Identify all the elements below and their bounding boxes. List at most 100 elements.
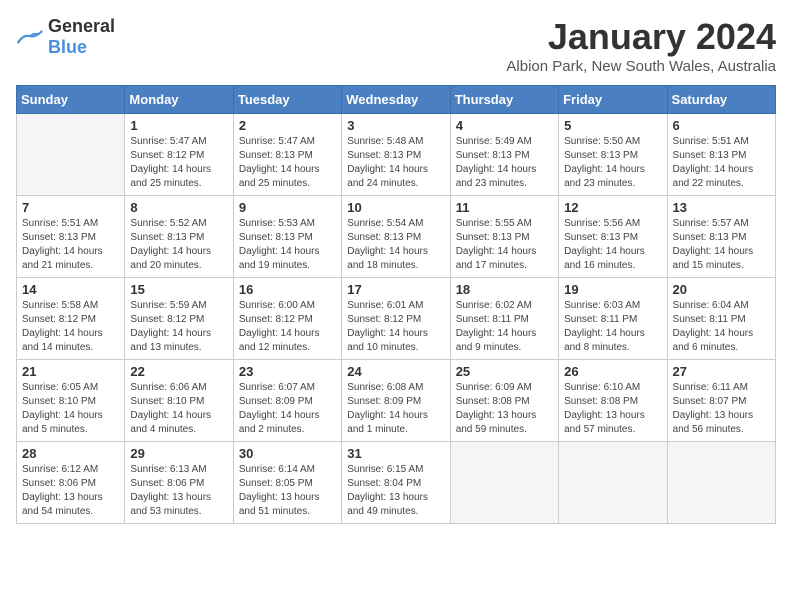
day-info: Sunrise: 5:55 AM Sunset: 8:13 PM Dayligh… xyxy=(456,217,553,273)
day-info: Sunrise: 6:10 AM Sunset: 8:08 PM Dayligh… xyxy=(564,381,661,437)
calendar-week-5: 28 Sunrise: 6:12 AM Sunset: 8:06 PM Dayli… xyxy=(17,442,776,524)
day-info: Sunrise: 6:11 AM Sunset: 8:07 PM Dayligh… xyxy=(673,381,770,437)
calendar-cell: 7 Sunrise: 5:51 AM Sunset: 8:13 PM Daylig… xyxy=(17,196,125,278)
calendar-cell: 19 Sunrise: 6:03 AM Sunset: 8:11 PM Dayli… xyxy=(559,278,667,360)
day-info: Sunrise: 5:57 AM Sunset: 8:13 PM Dayligh… xyxy=(673,217,770,273)
day-info: Sunrise: 6:12 AM Sunset: 8:06 PM Dayligh… xyxy=(22,463,119,519)
day-info: Sunrise: 6:06 AM Sunset: 8:10 PM Dayligh… xyxy=(130,381,227,437)
day-info: Sunrise: 5:56 AM Sunset: 8:13 PM Dayligh… xyxy=(564,217,661,273)
day-number: 1 xyxy=(130,118,227,133)
day-info: Sunrise: 5:59 AM Sunset: 8:12 PM Dayligh… xyxy=(130,299,227,355)
calendar-cell: 15 Sunrise: 5:59 AM Sunset: 8:12 PM Dayli… xyxy=(125,278,233,360)
header-monday: Monday xyxy=(125,86,233,114)
calendar-cell: 28 Sunrise: 6:12 AM Sunset: 8:06 PM Dayli… xyxy=(17,442,125,524)
calendar-cell xyxy=(559,442,667,524)
calendar-week-3: 14 Sunrise: 5:58 AM Sunset: 8:12 PM Dayli… xyxy=(17,278,776,360)
day-number: 31 xyxy=(347,446,444,461)
calendar-cell: 22 Sunrise: 6:06 AM Sunset: 8:10 PM Dayli… xyxy=(125,360,233,442)
day-info: Sunrise: 6:03 AM Sunset: 8:11 PM Dayligh… xyxy=(564,299,661,355)
day-number: 6 xyxy=(673,118,770,133)
calendar-cell: 26 Sunrise: 6:10 AM Sunset: 8:08 PM Dayli… xyxy=(559,360,667,442)
calendar-cell: 17Sunrise: 6:01 AM Sunset: 8:12 PM Dayli… xyxy=(342,278,450,360)
logo-general: General xyxy=(48,16,115,36)
day-info: Sunrise: 5:51 AM Sunset: 8:13 PM Dayligh… xyxy=(22,217,119,273)
day-number: 22 xyxy=(130,364,227,379)
day-number: 29 xyxy=(130,446,227,461)
calendar-cell: 5Sunrise: 5:50 AM Sunset: 8:13 PM Daylig… xyxy=(559,114,667,196)
calendar-cell: 8 Sunrise: 5:52 AM Sunset: 8:13 PM Daylig… xyxy=(125,196,233,278)
calendar-cell: 31 Sunrise: 6:15 AM Sunset: 8:04 PM Dayli… xyxy=(342,442,450,524)
day-number: 13 xyxy=(673,200,770,215)
day-number: 24 xyxy=(347,364,444,379)
day-number: 30 xyxy=(239,446,336,461)
day-number: 11 xyxy=(456,200,553,215)
header-friday: Friday xyxy=(559,86,667,114)
day-number: 15 xyxy=(130,282,227,297)
calendar-cell xyxy=(667,442,775,524)
day-number: 17 xyxy=(347,282,444,297)
calendar-cell: 29Sunrise: 6:13 AM Sunset: 8:06 PM Dayli… xyxy=(125,442,233,524)
header-saturday: Saturday xyxy=(667,86,775,114)
day-number: 25 xyxy=(456,364,553,379)
month-title: January 2024 xyxy=(506,16,776,58)
calendar-cell: 24 Sunrise: 6:08 AM Sunset: 8:09 PM Dayli… xyxy=(342,360,450,442)
day-info: Sunrise: 5:48 AM Sunset: 8:13 PM Dayligh… xyxy=(347,135,444,191)
calendar-cell: 12 Sunrise: 5:56 AM Sunset: 8:13 PM Dayli… xyxy=(559,196,667,278)
calendar-week-4: 21 Sunrise: 6:05 AM Sunset: 8:10 PM Dayli… xyxy=(17,360,776,442)
day-number: 16 xyxy=(239,282,336,297)
day-number: 14 xyxy=(22,282,119,297)
location-title: Albion Park, New South Wales, Australia xyxy=(506,58,776,75)
calendar-cell: 1 Sunrise: 5:47 AM Sunset: 8:12 PM Daylig… xyxy=(125,114,233,196)
day-info: Sunrise: 6:07 AM Sunset: 8:09 PM Dayligh… xyxy=(239,381,336,437)
day-info: Sunrise: 5:54 AM Sunset: 8:13 PM Dayligh… xyxy=(347,217,444,273)
calendar-cell: 2 Sunrise: 5:47 AM Sunset: 8:13 PM Daylig… xyxy=(233,114,341,196)
logo-bird-icon xyxy=(16,27,44,47)
calendar-cell: 13 Sunrise: 5:57 AM Sunset: 8:13 PM Dayli… xyxy=(667,196,775,278)
calendar-cell: 10Sunrise: 5:54 AM Sunset: 8:13 PM Dayli… xyxy=(342,196,450,278)
calendar-cell: 11 Sunrise: 5:55 AM Sunset: 8:13 PM Dayli… xyxy=(450,196,558,278)
header: General Blue January 2024 Albion Park, N… xyxy=(16,16,776,75)
day-number: 26 xyxy=(564,364,661,379)
logo: General Blue xyxy=(16,16,115,58)
calendar-header-row: SundayMondayTuesdayWednesdayThursdayFrid… xyxy=(17,86,776,114)
day-info: Sunrise: 6:14 AM Sunset: 8:05 PM Dayligh… xyxy=(239,463,336,519)
day-info: Sunrise: 6:15 AM Sunset: 8:04 PM Dayligh… xyxy=(347,463,444,519)
day-number: 12 xyxy=(564,200,661,215)
day-number: 9 xyxy=(239,200,336,215)
day-info: Sunrise: 5:58 AM Sunset: 8:12 PM Dayligh… xyxy=(22,299,119,355)
day-number: 8 xyxy=(130,200,227,215)
day-info: Sunrise: 6:05 AM Sunset: 8:10 PM Dayligh… xyxy=(22,381,119,437)
calendar-cell xyxy=(17,114,125,196)
calendar-cell: 4Sunrise: 5:49 AM Sunset: 8:13 PM Daylig… xyxy=(450,114,558,196)
day-info: Sunrise: 5:53 AM Sunset: 8:13 PM Dayligh… xyxy=(239,217,336,273)
calendar-cell xyxy=(450,442,558,524)
day-info: Sunrise: 5:52 AM Sunset: 8:13 PM Dayligh… xyxy=(130,217,227,273)
calendar-cell: 23 Sunrise: 6:07 AM Sunset: 8:09 PM Dayli… xyxy=(233,360,341,442)
calendar-cell: 30 Sunrise: 6:14 AM Sunset: 8:05 PM Dayli… xyxy=(233,442,341,524)
calendar-cell: 25Sunrise: 6:09 AM Sunset: 8:08 PM Dayli… xyxy=(450,360,558,442)
day-number: 7 xyxy=(22,200,119,215)
day-number: 23 xyxy=(239,364,336,379)
calendar-cell: 27 Sunrise: 6:11 AM Sunset: 8:07 PM Dayli… xyxy=(667,360,775,442)
calendar-table: SundayMondayTuesdayWednesdayThursdayFrid… xyxy=(16,85,776,524)
day-number: 3 xyxy=(347,118,444,133)
day-info: Sunrise: 6:02 AM Sunset: 8:11 PM Dayligh… xyxy=(456,299,553,355)
day-number: 27 xyxy=(673,364,770,379)
day-info: Sunrise: 5:47 AM Sunset: 8:12 PM Dayligh… xyxy=(130,135,227,191)
day-number: 4 xyxy=(456,118,553,133)
day-number: 20 xyxy=(673,282,770,297)
logo-blue: Blue xyxy=(48,37,87,57)
calendar-cell: 21 Sunrise: 6:05 AM Sunset: 8:10 PM Dayli… xyxy=(17,360,125,442)
day-info: Sunrise: 5:51 AM Sunset: 8:13 PM Dayligh… xyxy=(673,135,770,191)
day-info: Sunrise: 5:47 AM Sunset: 8:13 PM Dayligh… xyxy=(239,135,336,191)
day-number: 28 xyxy=(22,446,119,461)
day-number: 19 xyxy=(564,282,661,297)
day-number: 2 xyxy=(239,118,336,133)
calendar-cell: 16 Sunrise: 6:00 AM Sunset: 8:12 PM Dayli… xyxy=(233,278,341,360)
day-info: Sunrise: 5:50 AM Sunset: 8:13 PM Dayligh… xyxy=(564,135,661,191)
day-number: 21 xyxy=(22,364,119,379)
day-info: Sunrise: 6:08 AM Sunset: 8:09 PM Dayligh… xyxy=(347,381,444,437)
day-info: Sunrise: 6:00 AM Sunset: 8:12 PM Dayligh… xyxy=(239,299,336,355)
calendar-week-1: 1 Sunrise: 5:47 AM Sunset: 8:12 PM Daylig… xyxy=(17,114,776,196)
calendar-cell: 9 Sunrise: 5:53 AM Sunset: 8:13 PM Daylig… xyxy=(233,196,341,278)
